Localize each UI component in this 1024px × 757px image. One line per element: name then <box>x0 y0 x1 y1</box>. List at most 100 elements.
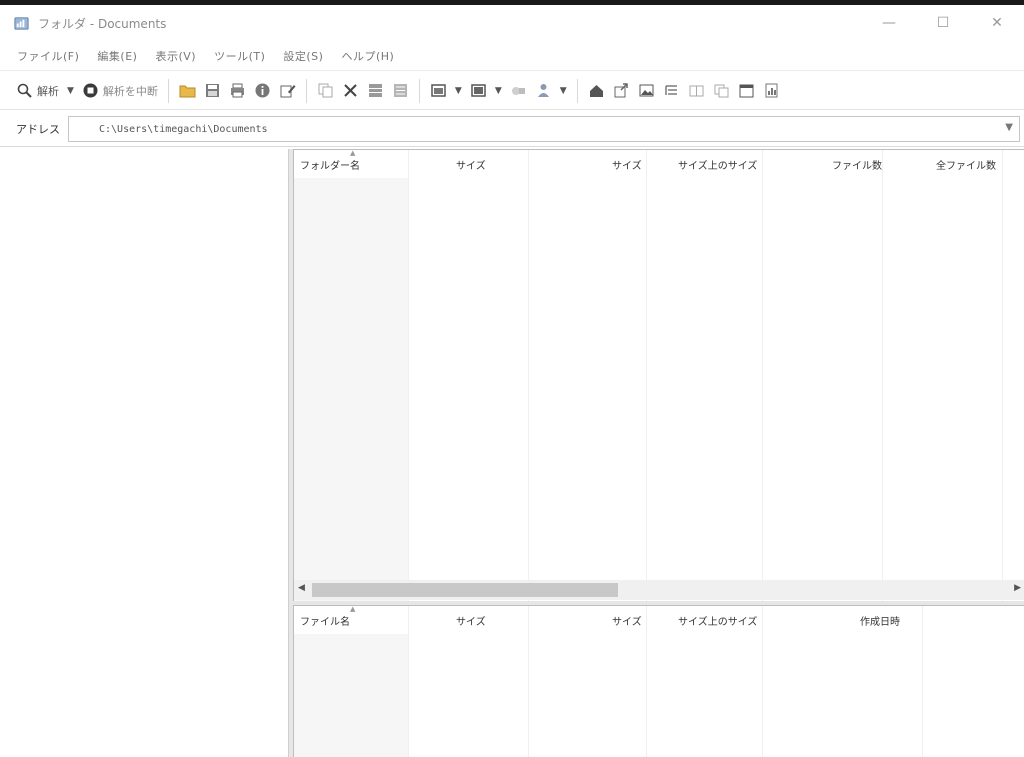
copy-button[interactable] <box>313 76 338 106</box>
scan-dropdown-icon[interactable]: ▼ <box>67 86 74 96</box>
toolbar-separator <box>418 78 420 103</box>
address-input[interactable]: C:\Users\timegachi\Documents ▼ <box>68 116 1020 142</box>
close-button[interactable]: ✕ <box>970 5 1024 41</box>
layout-dropdown-icon[interactable]: ▼ <box>495 86 502 96</box>
stop-icon <box>83 83 98 98</box>
column-header-file-count[interactable]: ファイル数 <box>832 157 882 172</box>
user-button[interactable] <box>531 76 556 106</box>
menu-file[interactable]: ファイル(F) <box>8 48 88 64</box>
print-button[interactable] <box>225 76 250 106</box>
scroll-left-icon[interactable]: ◀ <box>298 583 305 593</box>
column-header-size[interactable]: サイズ <box>612 613 642 628</box>
column-header-folder-name[interactable]: フォルダー名 <box>300 157 360 172</box>
column-divider <box>1002 150 1003 601</box>
title-bar: フォルダ - Documents — ☐ ✕ <box>0 5 1024 41</box>
maximize-button[interactable]: ☐ <box>916 5 970 41</box>
window-controls: — ☐ ✕ <box>862 5 1024 41</box>
window-title: フォルダ - Documents <box>38 16 167 31</box>
toolbar: 解析 ▼ 解析を中断 ▼ ▼ ▼ <box>0 72 1024 110</box>
window-icon <box>431 84 446 97</box>
menu-tools[interactable]: ツール(T) <box>205 48 274 64</box>
sorted-column-shade <box>294 178 408 601</box>
list-icon <box>393 84 407 97</box>
folder-list-pane[interactable]: ▲ フォルダー名 サイズ サイズ サイズ上のサイズ ファイル数 全ファイル数 ◀… <box>293 149 1024 601</box>
folder-tree-pane[interactable] <box>6 149 289 757</box>
menu-edit[interactable]: 編集(E) <box>88 48 146 64</box>
menu-bar: ファイル(F) 編集(E) 表示(V) ツール(T) 設定(S) ヘルプ(H) <box>0 41 1024 71</box>
column-header-size[interactable]: サイズ <box>456 613 486 628</box>
panel-button[interactable] <box>684 76 709 106</box>
address-label: アドレス <box>16 122 60 136</box>
export-icon <box>614 83 628 98</box>
grid-icon <box>368 84 382 97</box>
scan-icon <box>17 83 32 98</box>
home-icon <box>589 85 603 97</box>
column-header-file-name[interactable]: ファイル名 <box>300 613 350 628</box>
scroll-right-icon[interactable]: ▶ <box>1014 583 1021 593</box>
column-divider <box>762 150 763 601</box>
layout-button[interactable] <box>466 76 491 106</box>
address-path: C:\Users\timegachi\Documents <box>99 123 268 135</box>
column-header-size-on-disk[interactable]: サイズ上のサイズ <box>678 157 757 172</box>
folder-table-header: ▲ フォルダー名 サイズ サイズ サイズ上のサイズ ファイル数 全ファイル数 <box>294 150 1024 178</box>
column-header-size[interactable]: サイズ <box>612 157 642 172</box>
filter-button[interactable] <box>506 76 531 106</box>
stop-scan-label: 解析を中断 <box>102 84 158 98</box>
export-button[interactable] <box>609 76 634 106</box>
folder-icon <box>179 85 196 98</box>
scan-button[interactable]: 解析 <box>12 76 63 106</box>
delete-x-icon <box>344 84 357 97</box>
toolbar-separator <box>576 78 578 103</box>
delete-button[interactable] <box>338 76 363 106</box>
scrollbar-thumb[interactable] <box>312 583 618 597</box>
duplicate-button[interactable] <box>709 76 734 106</box>
column-header-size-on-disk[interactable]: サイズ上のサイズ <box>678 613 757 628</box>
view-mode-dropdown-icon[interactable]: ▼ <box>455 86 462 96</box>
select-all-button[interactable] <box>363 76 388 106</box>
menu-view[interactable]: 表示(V) <box>146 48 205 64</box>
details-button[interactable] <box>659 76 684 106</box>
file-table-header: ▲ ファイル名 サイズ サイズ サイズ上のサイズ 作成日時 <box>294 606 1024 634</box>
pencil-icon <box>280 85 296 98</box>
calendar-button[interactable] <box>734 76 759 106</box>
file-list-pane[interactable]: ▲ ファイル名 サイズ サイズ サイズ上のサイズ 作成日時 <box>293 605 1024 757</box>
disk-chart-icon <box>12 14 30 32</box>
calendar-icon <box>739 84 754 98</box>
properties-button[interactable] <box>250 76 275 106</box>
chevron-down-icon[interactable]: ▼ <box>1005 122 1013 133</box>
list-view-button[interactable] <box>388 76 413 106</box>
open-folder-button[interactable] <box>175 76 200 106</box>
minimize-button[interactable]: — <box>862 5 916 41</box>
image-button[interactable] <box>634 76 659 106</box>
column-divider <box>646 150 647 601</box>
column-header-created-date[interactable]: 作成日時 <box>860 613 900 628</box>
menu-settings[interactable]: 設定(S) <box>274 48 332 64</box>
stop-scan-button[interactable]: 解析を中断 <box>78 76 162 106</box>
view-mode-button[interactable] <box>426 76 451 106</box>
toolbar-separator <box>305 78 307 103</box>
column-divider <box>528 150 529 601</box>
sort-ascending-icon: ▲ <box>350 149 356 157</box>
image-icon <box>639 84 654 97</box>
report-button[interactable] <box>759 76 784 106</box>
save-button[interactable] <box>200 76 225 106</box>
toolbar-separator <box>167 78 169 103</box>
column-header-size[interactable]: サイズ <box>456 157 486 172</box>
details-list-icon <box>665 85 677 95</box>
home-button[interactable] <box>584 76 609 106</box>
column-header-total-file-count[interactable]: 全ファイル数 <box>936 157 996 172</box>
panel-icon <box>689 85 704 97</box>
column-divider <box>882 150 883 601</box>
print-icon <box>230 83 244 98</box>
menu-help[interactable]: ヘルプ(H) <box>332 48 403 64</box>
report-icon <box>765 83 778 98</box>
user-dropdown-icon[interactable]: ▼ <box>560 86 567 96</box>
scan-label: 解析 <box>37 84 59 98</box>
filter-icon <box>511 87 525 95</box>
info-icon <box>255 83 270 98</box>
address-bar: アドレス C:\Users\timegachi\Documents ▼ <box>0 111 1024 147</box>
horizontal-scrollbar[interactable]: ◀ ▶ <box>294 580 1024 600</box>
column-divider <box>408 150 409 601</box>
edit-button[interactable] <box>275 76 300 106</box>
user-icon <box>537 84 549 97</box>
